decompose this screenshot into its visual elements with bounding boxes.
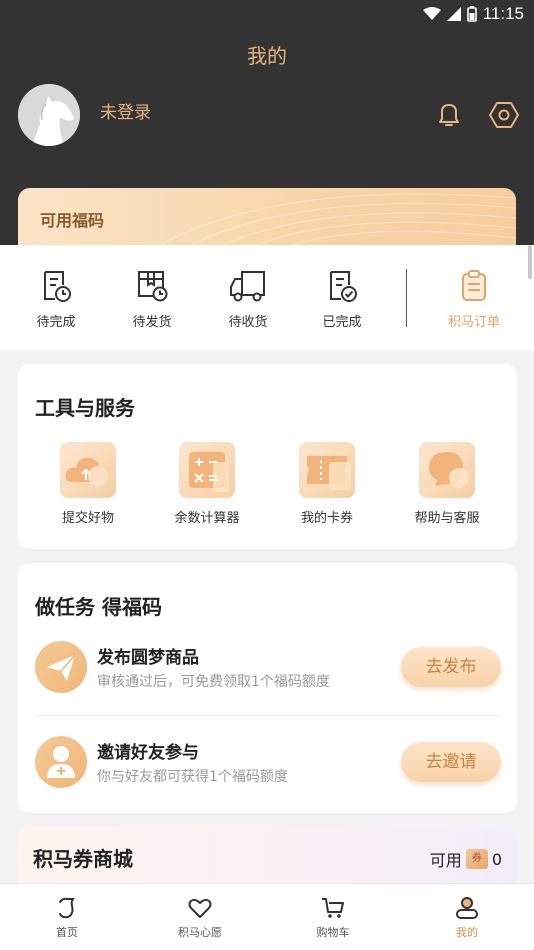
clipboard-icon — [462, 270, 486, 301]
tool-calculator[interactable]: 余数计算器 — [152, 442, 262, 526]
tab-label: 购物车 — [316, 926, 350, 939]
page-title: 我的 — [247, 44, 287, 68]
paper-plane-icon — [35, 641, 87, 693]
order-divider — [406, 269, 407, 327]
order-pending[interactable]: 待完成 — [16, 269, 96, 330]
truck-icon — [230, 271, 265, 302]
cloud-upload-icon — [60, 442, 116, 498]
add-friend-icon — [35, 736, 87, 788]
heart-icon — [188, 898, 212, 918]
tasks-card: 做任务 得福码 发布圆梦商品 审核通过后，可免费领取1个福码额度 去发布 邀请好… — [18, 563, 517, 813]
tool-help-service[interactable]: 帮助与客服 — [392, 442, 502, 526]
fuma-card-title: 可用福码 — [40, 211, 105, 230]
horse-head-icon — [18, 84, 80, 146]
available-count: 0 — [491, 849, 502, 869]
coupon-mall-card[interactable]: 积马券商城 可用 券 0 — [18, 827, 517, 887]
tools-title: 工具与服务 — [35, 396, 135, 420]
order-to-ship[interactable]: 待发货 — [112, 269, 192, 330]
publish-button[interactable]: 去发布 — [401, 647, 501, 687]
notification-button[interactable] — [434, 100, 464, 130]
coupon-icon: 券 — [465, 849, 488, 869]
settings-button[interactable] — [488, 100, 520, 130]
task-divider — [35, 715, 501, 716]
task-publish: 发布圆梦商品 审核通过后，可免费领取1个福码额度 去发布 — [35, 641, 501, 701]
tab-label: 首页 — [56, 926, 78, 939]
calculator-icon — [179, 442, 235, 498]
tab-home[interactable]: 首页 — [17, 896, 117, 940]
jima-order[interactable]: 积马订单 — [434, 269, 514, 330]
tool-my-coupons[interactable]: 我的卡券 — [272, 442, 382, 526]
order-label: 待发货 — [132, 315, 172, 330]
tool-submit-goods[interactable]: 提交好物 — [33, 442, 143, 526]
tool-label: 提交好物 — [61, 511, 114, 526]
tab-cart[interactable]: 购物车 — [283, 896, 383, 940]
tools-card: 工具与服务 提交好物 余数计算器 我的卡券 帮助与客服 — [18, 364, 517, 549]
tool-label: 帮助与客服 — [414, 511, 480, 526]
tasks-title: 做任务 得福码 — [35, 595, 162, 619]
tab-mine[interactable]: 我的 — [417, 896, 517, 940]
mall-available: 可用 券 0 — [430, 847, 502, 871]
task-desc: 你与好友都可获得1个福码额度 — [97, 769, 288, 785]
signal-icon — [446, 7, 461, 21]
bell-icon — [439, 104, 459, 126]
task-invite: 邀请好友参与 你与好友都可获得1个福码额度 去邀请 — [35, 736, 501, 796]
doc-check-icon — [330, 271, 357, 302]
box-clock-icon — [138, 271, 168, 302]
jima-order-label: 积马订单 — [447, 315, 500, 330]
mall-title: 积马券商城 — [33, 847, 133, 871]
tool-label: 我的卡券 — [300, 511, 353, 526]
wifi-icon — [422, 7, 441, 20]
status-time: 11:15 — [482, 4, 524, 23]
avatar[interactable] — [18, 84, 80, 146]
order-label: 待完成 — [36, 315, 76, 330]
tab-label: 积马心愿 — [178, 926, 222, 939]
task-desc: 审核通过后，可免费领取1个福码额度 — [97, 674, 330, 690]
battery-icon — [466, 6, 477, 22]
login-status[interactable]: 未登录 — [100, 98, 151, 123]
tab-label: 我的 — [456, 926, 478, 939]
order-label: 待收货 — [228, 315, 268, 330]
order-label: 已完成 — [322, 315, 362, 330]
available-label: 可用 — [429, 851, 462, 870]
task-title: 发布圆梦商品 — [97, 648, 199, 668]
settings-hexagon-icon — [489, 102, 519, 128]
tab-wishes[interactable]: 积马心愿 — [150, 896, 250, 940]
scrollbar[interactable] — [528, 245, 532, 279]
tool-label: 余数计算器 — [174, 511, 240, 526]
task-title: 邀请好友参与 — [97, 743, 199, 763]
order-status-bar: 待完成 待发货 待收货 已完成 积马订单 — [0, 245, 534, 350]
bottom-tab-bar: 首页 积马心愿 购物车 我的 — [0, 883, 534, 950]
pending-doc-icon — [44, 271, 71, 302]
order-to-receive[interactable]: 待收货 — [208, 269, 288, 330]
cart-icon — [322, 898, 344, 918]
home-icon — [59, 897, 75, 919]
order-completed[interactable]: 已完成 — [302, 269, 382, 330]
invite-button[interactable]: 去邀请 — [401, 742, 501, 782]
chat-bubble-icon — [419, 442, 475, 498]
status-bar: 11:15 — [0, 0, 534, 30]
ticket-icon — [299, 442, 355, 498]
user-icon — [456, 897, 478, 919]
